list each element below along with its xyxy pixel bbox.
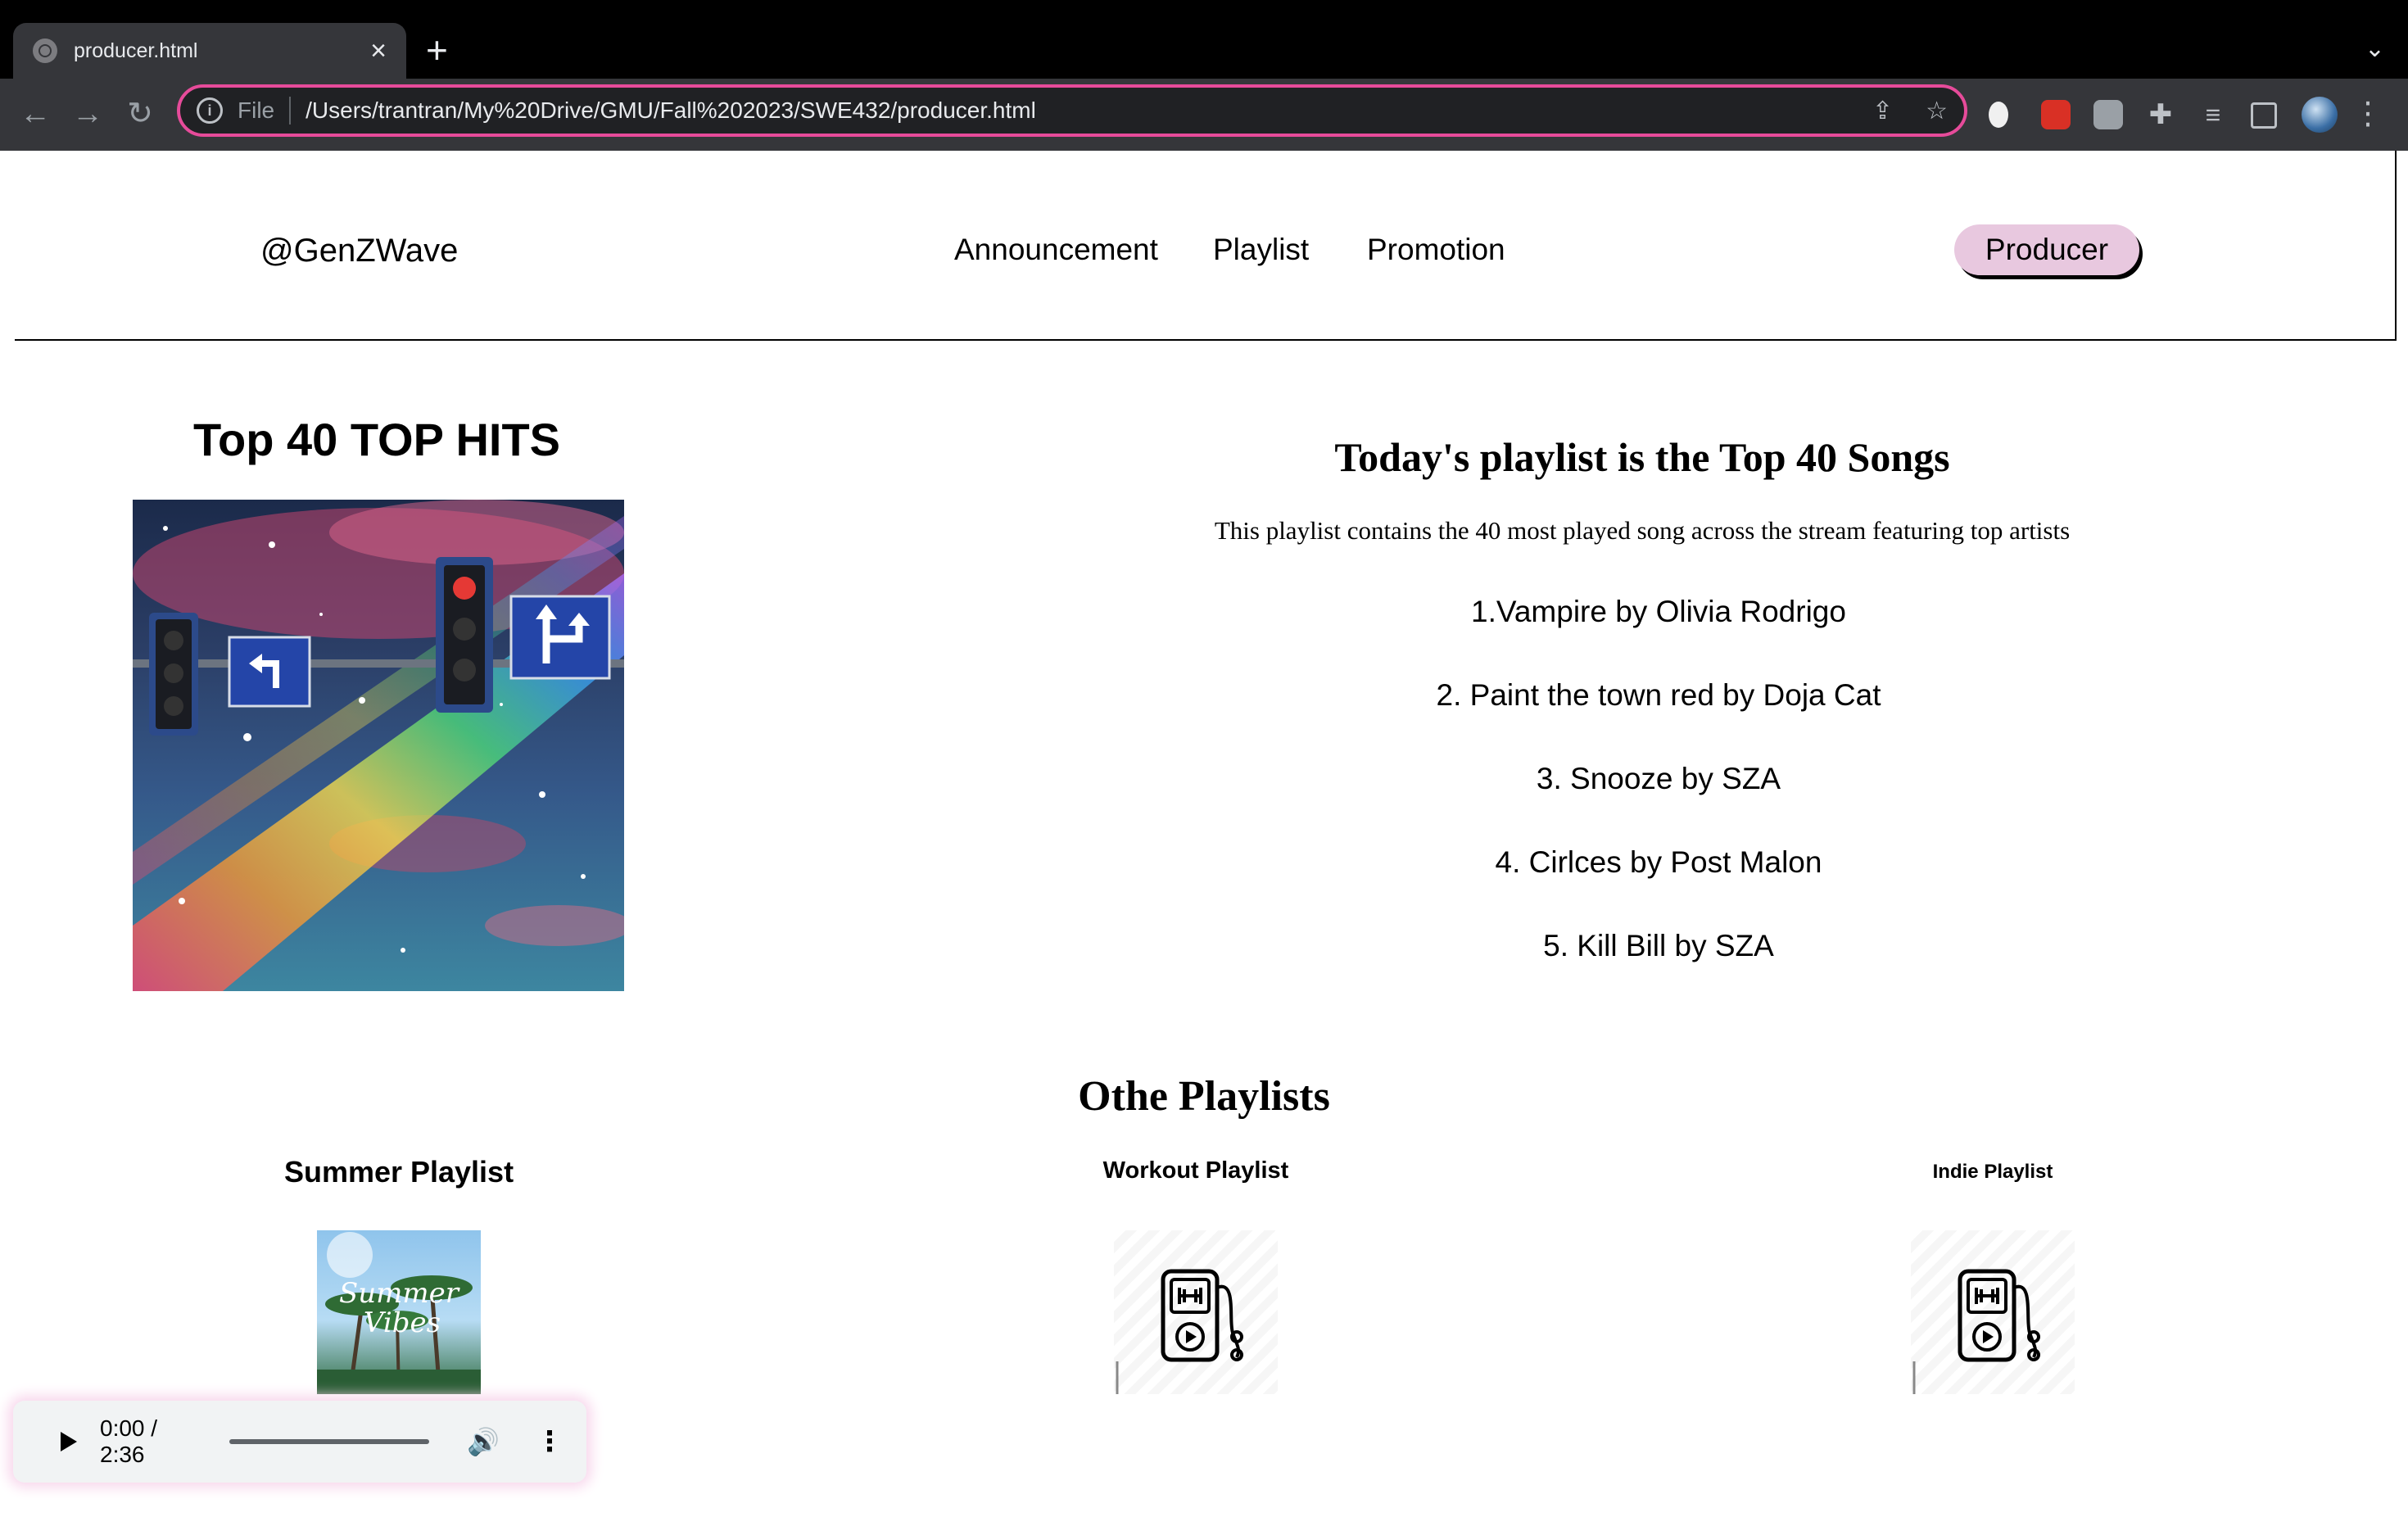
workout-playlist-title: Workout Playlist [1102, 1157, 1289, 1184]
forward-arrow-icon[interactable]: → [67, 93, 108, 134]
other-playlists-title: Othe Playlists [1078, 1073, 1330, 1120]
song-item: 3. Snooze by SZA [1536, 762, 1781, 795]
close-tab-icon[interactable]: × [370, 37, 387, 65]
tab-title: producer.html [74, 38, 198, 62]
more-options-icon[interactable]: ⋮ [536, 1425, 564, 1458]
summer-playlist-title: Summer Playlist [283, 1155, 514, 1189]
playlist-heading: Today's playlist is the Top 40 Songs [1334, 434, 1950, 480]
info-icon[interactable]: i [197, 97, 223, 124]
extension-video-icon[interactable] [2041, 100, 2071, 129]
browser-tab-strip: producer.html × + ⌄ [0, 0, 2408, 79]
summer-playlist-cover[interactable]: Summer Vibes [317, 1230, 481, 1394]
nav-promotion[interactable]: Promotion [1367, 233, 1505, 267]
playlist-description: This playlist contains the 40 most playe… [1214, 516, 2071, 545]
producer-button[interactable]: Producer [1954, 224, 2139, 275]
reload-icon[interactable]: ↻ [120, 93, 161, 134]
brand-logo-text[interactable]: @GenZWave [260, 233, 458, 269]
audio-progress-slider[interactable] [229, 1439, 430, 1444]
page-viewport: @GenZWave Announcement Playlist Promotio… [0, 151, 2408, 1517]
bookmark-star-icon[interactable]: ☆ [1926, 97, 1948, 125]
summer-cover-word-2: Vibes [364, 1306, 441, 1339]
address-bar[interactable]: i File /Users/trantran/My%20Drive/GMU/Fa… [177, 84, 1967, 137]
back-arrow-icon[interactable]: ← [15, 93, 56, 134]
extension-acorn-icon[interactable] [1989, 102, 2008, 128]
nav-announcement[interactable]: Announcement [954, 233, 1158, 267]
workout-playlist-cover[interactable] [1114, 1230, 1278, 1394]
indie-playlist-cover[interactable] [1911, 1230, 2075, 1394]
side-panel-icon[interactable] [2251, 102, 2277, 129]
new-tab-button[interactable]: + [426, 29, 448, 70]
browser-tab[interactable]: producer.html × [13, 23, 406, 79]
volume-icon[interactable]: 🔊 [467, 1426, 500, 1457]
song-item: 5. Kill Bill by SZA [1543, 929, 1774, 962]
song-item: 1.Vampire by Olivia Rodrigo [1471, 595, 1846, 628]
cover-art [133, 500, 624, 991]
scheme-label: File [238, 97, 275, 123]
address-divider [289, 97, 292, 125]
play-icon[interactable] [61, 1432, 77, 1451]
music-player-dumbbell-icon [1912, 1269, 2040, 1394]
audio-player: 0:00 / 2:36 🔊 ⋮ [13, 1401, 586, 1483]
browser-toolbar: ← → ↻ i File /Users/trantran/My%20Drive/… [0, 79, 2408, 151]
summer-cover-word-1: Summer [339, 1277, 460, 1310]
extension-kanji-icon[interactable] [2093, 100, 2123, 129]
top-hits-title: Top 40 TOP HITS [192, 414, 561, 465]
nav-playlist[interactable]: Playlist [1213, 233, 1309, 267]
music-player-dumbbell-icon [1116, 1269, 1243, 1394]
tab-search-chevron-icon[interactable]: ⌄ [2365, 34, 2385, 63]
browser-menu-icon[interactable]: ⋮ [2352, 95, 2383, 132]
summer-cover-art: Summer Vibes [317, 1232, 481, 1394]
song-item: 4. Cirlces by Post Malon [1495, 845, 1822, 879]
share-icon[interactable]: ⇪ [1872, 97, 1893, 125]
song-item: 2. Paint the town red by Doja Cat [1436, 678, 1881, 712]
media-queue-icon[interactable]: ≡ [2198, 100, 2228, 129]
indie-playlist-title: Indie Playlist [1932, 1161, 2053, 1183]
profile-avatar[interactable] [2302, 97, 2338, 133]
extensions-puzzle-icon[interactable]: ✚ [2146, 100, 2175, 129]
top-hits-cover-image [133, 500, 624, 991]
globe-icon [33, 38, 57, 63]
audio-time: 0:00 / 2:36 [100, 1415, 158, 1467]
url-text[interactable]: /Users/trantran/My%20Drive/GMU/Fall%2020… [306, 97, 1840, 124]
site-header: @GenZWave Announcement Playlist Promotio… [15, 151, 2397, 341]
